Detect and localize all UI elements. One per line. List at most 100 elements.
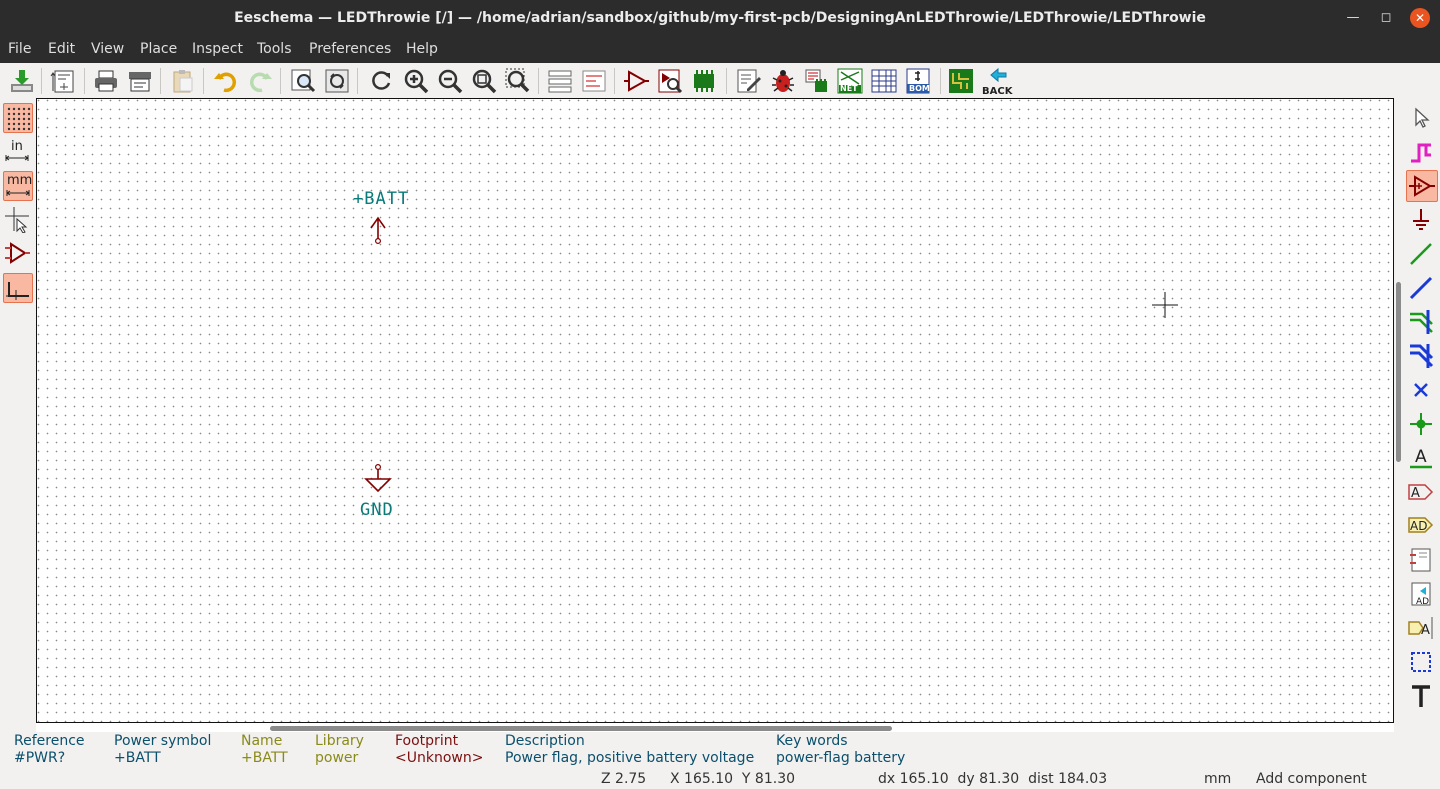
- erc-bug-icon[interactable]: [769, 67, 797, 95]
- menu-file[interactable]: File: [8, 41, 31, 57]
- back-annotate-icon[interactable]: BACK: [981, 67, 1013, 97]
- add-power-icon[interactable]: [1406, 205, 1438, 237]
- status-bar: Z 2.75 X 165.10 Y 81.30 dx 165.10 dy 81.…: [0, 771, 1440, 789]
- msg-value: +BATT: [241, 750, 288, 766]
- menu-tools[interactable]: Tools: [257, 41, 292, 57]
- bom-icon[interactable]: BOM: [904, 67, 932, 95]
- redo-icon[interactable]: [246, 67, 274, 95]
- svg-text:A: A: [1411, 486, 1420, 501]
- menu-view[interactable]: View: [91, 41, 124, 57]
- add-hierarchical-label-icon[interactable]: AD: [1406, 510, 1438, 542]
- gnd-symbol-label[interactable]: GND: [360, 500, 394, 520]
- batt-power-symbol[interactable]: [368, 215, 388, 245]
- zoom-fit-icon[interactable]: [470, 67, 498, 95]
- redraw-icon[interactable]: [367, 67, 395, 95]
- svg-text:AD: AD: [1410, 519, 1427, 533]
- svg-text:A: A: [1421, 623, 1430, 638]
- symbol-fields-table-icon[interactable]: [870, 67, 898, 95]
- vertical-scrollbar-thumb[interactable]: [1396, 282, 1401, 462]
- menu-place[interactable]: Place: [140, 41, 177, 57]
- message-panel: Reference #PWR? Power symbol +BATT Name …: [0, 733, 1440, 771]
- add-wire-icon[interactable]: [1406, 239, 1438, 271]
- save-icon[interactable]: [8, 67, 36, 95]
- msg-label: Description: [505, 733, 585, 749]
- import-sheet-pin-icon[interactable]: AD: [1406, 579, 1438, 611]
- svg-text:AD: AD: [1416, 597, 1429, 607]
- orthogonal-wires-icon[interactable]: [3, 273, 33, 303]
- leave-sheet-icon[interactable]: [580, 67, 608, 95]
- back-label: BACK: [982, 86, 1013, 97]
- add-bus-icon[interactable]: [1406, 273, 1438, 305]
- msg-value: power: [315, 750, 359, 766]
- paste-icon[interactable]: [169, 67, 197, 95]
- close-button[interactable]: ✕: [1410, 8, 1430, 28]
- schematic-canvas[interactable]: +BATT GND: [36, 98, 1394, 723]
- pcbnew-icon[interactable]: [947, 67, 975, 95]
- no-connect-icon[interactable]: [1406, 375, 1438, 407]
- add-label-icon[interactable]: A: [1406, 442, 1438, 474]
- wire-bus-entry-icon[interactable]: [1406, 306, 1438, 338]
- grid-toggle-icon[interactable]: [3, 103, 33, 133]
- highlight-net-icon[interactable]: [1406, 137, 1438, 169]
- crosshair-cursor: [1152, 292, 1178, 318]
- units-inch-icon[interactable]: in: [3, 137, 33, 167]
- edit-fields-icon[interactable]: [735, 67, 763, 95]
- batt-symbol-label[interactable]: +BATT: [353, 189, 409, 209]
- menu-inspect[interactable]: Inspect: [192, 41, 243, 57]
- horizontal-scrollbar-thumb[interactable]: [270, 726, 892, 731]
- print-icon[interactable]: [92, 67, 120, 95]
- bus-bus-entry-icon[interactable]: [1406, 340, 1438, 372]
- page-settings-icon[interactable]: [50, 67, 78, 95]
- menu-help[interactable]: Help: [406, 41, 438, 57]
- add-hierarchical-sheet-icon[interactable]: [1406, 545, 1438, 577]
- assign-footprints-icon[interactable]: [803, 67, 831, 95]
- msg-label: Name: [241, 733, 283, 749]
- bom-label: BOM: [909, 84, 930, 93]
- netlist-icon[interactable]: NET: [836, 67, 864, 95]
- add-junction-icon[interactable]: [1406, 409, 1438, 441]
- symbol-library-browser-icon[interactable]: [656, 67, 684, 95]
- window-title: Eeschema — LEDThrowie [/] — /home/adrian…: [234, 10, 1206, 26]
- msg-label: Power symbol: [114, 733, 212, 749]
- current-mode: Add component: [1256, 771, 1367, 787]
- msg-reference: Reference #PWR?: [14, 733, 85, 767]
- find-replace-icon[interactable]: [323, 67, 351, 95]
- msg-value: Power flag, positive battery voltage: [505, 750, 755, 766]
- gnd-power-symbol[interactable]: [363, 463, 393, 495]
- add-sheet-pin-icon[interactable]: A: [1406, 613, 1438, 645]
- add-symbol-icon[interactable]: [1406, 170, 1438, 202]
- add-global-label-icon[interactable]: A: [1406, 477, 1438, 509]
- msg-label: Reference: [14, 733, 85, 749]
- msg-footprint: Footprint <Unknown>: [395, 733, 483, 767]
- menu-preferences[interactable]: Preferences: [309, 41, 391, 57]
- menu-edit[interactable]: Edit: [48, 41, 75, 57]
- maximize-button[interactable]: ◻: [1376, 8, 1396, 28]
- undo-icon[interactable]: [212, 67, 240, 95]
- zoom-out-icon[interactable]: [436, 67, 464, 95]
- zoom-in-icon[interactable]: [402, 67, 430, 95]
- msg-power-symbol: Power symbol +BATT: [114, 733, 211, 767]
- symbol-editor-icon[interactable]: [622, 67, 650, 95]
- main-toolbar: NET BOM BACK: [0, 63, 1440, 99]
- add-text-icon[interactable]: [1406, 681, 1438, 713]
- msg-value: <Unknown>: [395, 750, 484, 766]
- zoom-selection-icon[interactable]: [504, 67, 532, 95]
- select-tool-icon[interactable]: [1406, 103, 1438, 135]
- units-mm-icon[interactable]: mm: [3, 171, 33, 201]
- annotate-icon[interactable]: [690, 67, 718, 95]
- msg-library: Library power: [315, 733, 364, 767]
- find-icon[interactable]: [289, 67, 317, 95]
- add-graphic-lines-icon[interactable]: [1406, 647, 1438, 679]
- svg-text:A: A: [1415, 447, 1427, 467]
- minimize-button[interactable]: —: [1343, 8, 1363, 28]
- msg-label: Library: [315, 733, 364, 749]
- msg-description: Description Power flag, positive battery…: [505, 733, 754, 767]
- hidden-pins-icon[interactable]: [3, 239, 33, 269]
- msg-label: Key words: [776, 733, 848, 749]
- msg-value: #PWR?: [14, 750, 66, 766]
- msg-label: Footprint: [395, 733, 459, 749]
- hierarchy-navigator-icon[interactable]: [546, 67, 574, 95]
- plot-icon[interactable]: [126, 67, 154, 95]
- cursor-position: X 165.10 Y 81.30: [670, 771, 796, 787]
- cursor-shape-icon[interactable]: [3, 205, 33, 235]
